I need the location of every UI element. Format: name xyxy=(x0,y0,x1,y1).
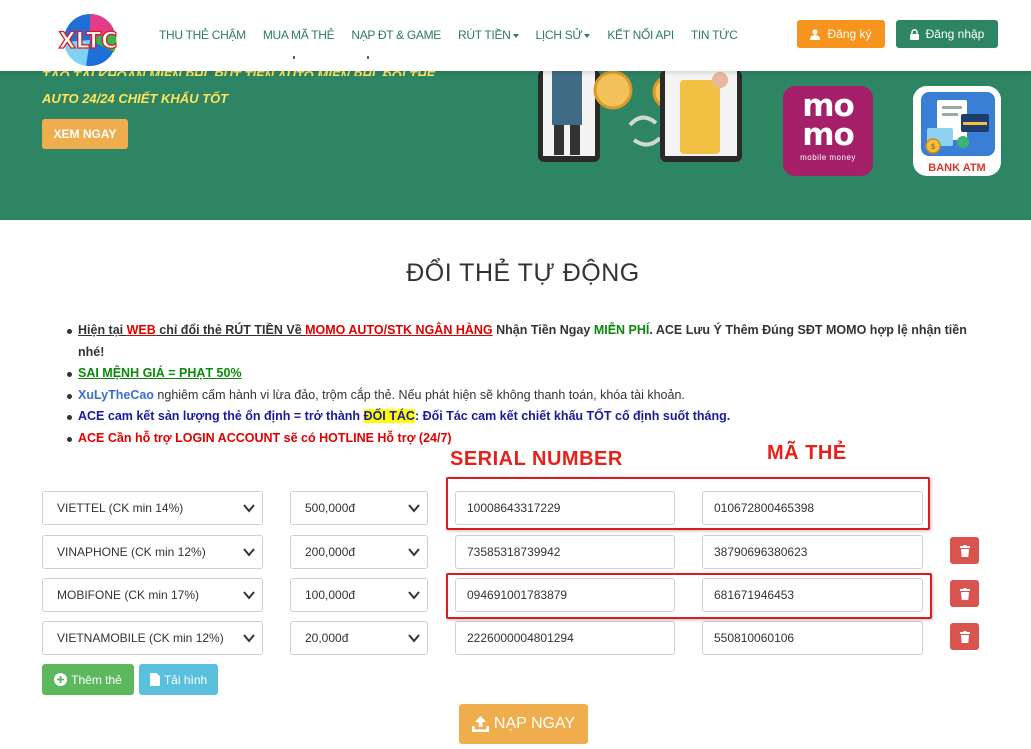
serial-input[interactable]: 73585318739942 xyxy=(455,535,675,569)
site-logo[interactable]: XLTC xyxy=(50,12,126,70)
chevron-down-icon xyxy=(243,634,255,643)
trash-icon xyxy=(959,544,970,557)
notice-list: Hiện tại WEB chỉ đổi thẻ RÚT TIỀN Về MOM… xyxy=(67,320,993,450)
exchange-illustration-icon xyxy=(538,70,742,162)
nav-item-nap-dt-game[interactable]: NẠP ĐT & GAME xyxy=(351,28,441,42)
notice-item: SAI MỆNH GIÁ = PHẠT 50% xyxy=(67,363,993,385)
notice-item: XuLyTheCao nghiêm cấm hành vi lừa đảo, t… xyxy=(67,385,993,407)
add-card-button[interactable]: Thêm thẻ xyxy=(42,664,134,695)
register-button[interactable]: Đăng ký xyxy=(797,20,885,48)
caret-down-icon xyxy=(512,33,519,38)
chevron-down-icon xyxy=(408,591,420,600)
card-code-annotation: MÃ THẺ xyxy=(767,442,847,464)
amount-select[interactable]: 100,000đ xyxy=(290,578,428,612)
telco-select[interactable]: VIETTEL (CK min 14%) xyxy=(42,491,263,525)
amount-select[interactable]: 500,000đ xyxy=(290,491,428,525)
main-nav: THU THẺ CHẬM MUA MÃ THẺ NẠP ĐT & GAME RÚ… xyxy=(159,28,754,42)
nav-item-thu-the-cham[interactable]: THU THẺ CHẬM xyxy=(159,28,246,42)
top-navbar: XLTC THU THẺ CHẬM MUA MÃ THẺ NẠP ĐT & GA… xyxy=(0,0,1031,71)
caret-down-icon xyxy=(584,33,591,38)
nav-item-mua-ma-the[interactable]: MUA MÃ THẺ xyxy=(263,28,335,42)
svg-text:$: $ xyxy=(930,142,935,151)
telco-select[interactable]: VINAPHONE (CK min 12%) xyxy=(42,535,263,569)
nav-item-rut-tien[interactable]: RÚT TIỀN xyxy=(458,28,519,42)
delete-row-button[interactable] xyxy=(950,580,979,607)
hero-line-2: AUTO 24/24 CHIẾT KHẤU TỐT xyxy=(42,91,229,106)
serial-input[interactable]: 2226000004801294 xyxy=(455,621,675,655)
chevron-down-icon xyxy=(243,548,255,557)
page-title: ĐỔI THẺ TỰ ĐỘNG xyxy=(406,259,640,287)
lock-icon xyxy=(909,28,919,40)
notice-item: Hiện tại WEB chỉ đổi thẻ RÚT TIỀN Về MOM… xyxy=(67,320,993,363)
chevron-down-icon xyxy=(243,504,255,513)
card-code-input[interactable]: 38790696380623 xyxy=(702,535,923,569)
notice-item: ACE cam kết sản lượng thẻ ổn định = trở … xyxy=(67,406,993,428)
bank-card-icon: $ xyxy=(913,86,1001,160)
delete-row-button[interactable] xyxy=(950,537,979,564)
upload-image-button[interactable]: Tải hình xyxy=(139,664,218,695)
notice-item: ACE Cần hỗ trợ LOGIN ACCOUNT sẽ có HOTLI… xyxy=(67,428,993,450)
highlight-box xyxy=(446,477,930,530)
see-now-button[interactable]: XEM NGAY xyxy=(42,119,128,149)
nav-item-lich-su[interactable]: LỊCH SỬ xyxy=(536,28,591,42)
trash-icon xyxy=(959,587,970,600)
nav-indicator xyxy=(293,56,295,59)
upload-icon xyxy=(471,716,489,732)
submit-button[interactable]: NẠP NGAY xyxy=(459,704,588,744)
chevron-down-icon xyxy=(243,591,255,600)
bank-atm-logo: $ BANK ATM xyxy=(913,86,1001,176)
telco-select[interactable]: MOBIFONE (CK min 17%) xyxy=(42,578,263,612)
amount-select[interactable]: 20,000đ xyxy=(290,621,428,655)
amount-select[interactable]: 200,000đ xyxy=(290,535,428,569)
serial-number-annotation: SERIAL NUMBER xyxy=(450,448,623,470)
nav-indicator xyxy=(367,56,369,59)
file-icon xyxy=(149,673,160,686)
logo-text: XLTC xyxy=(59,29,118,54)
chevron-down-icon xyxy=(408,634,420,643)
telco-select[interactable]: VIETNAMOBILE (CK min 12%) xyxy=(42,621,263,655)
nav-item-ket-noi-api[interactable]: KẾT NỐI API xyxy=(607,28,674,42)
chevron-down-icon xyxy=(408,504,420,513)
momo-logo: mo mo mobile money xyxy=(783,86,873,176)
highlight-box xyxy=(446,573,932,619)
delete-row-button[interactable] xyxy=(950,623,979,650)
trash-icon xyxy=(959,630,970,643)
plus-circle-icon xyxy=(54,673,68,686)
card-code-input[interactable]: 550810060106 xyxy=(702,621,923,655)
chevron-down-icon xyxy=(408,548,420,557)
user-icon xyxy=(810,28,821,40)
login-button[interactable]: Đăng nhập xyxy=(896,20,998,48)
nav-item-tin-tuc[interactable]: TIN TỨC xyxy=(691,28,738,42)
